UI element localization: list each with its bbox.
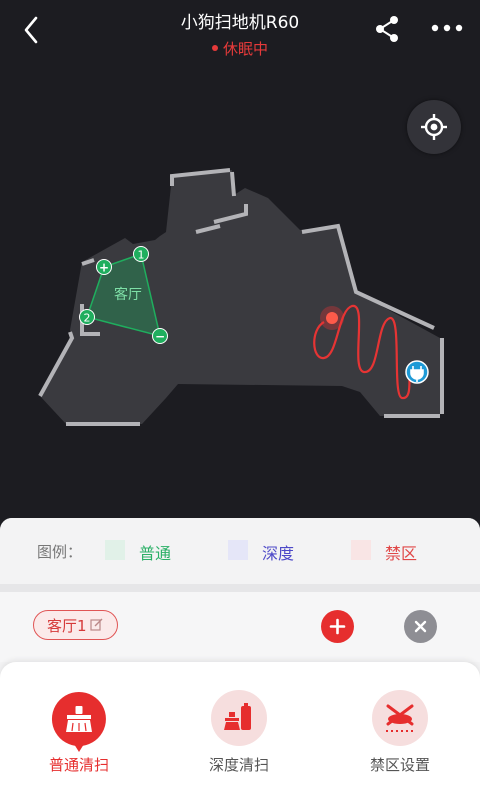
room-tag[interactable]: 客厅1 [33, 610, 118, 640]
device-status: 休眠中 [0, 38, 480, 59]
status-text: 休眠中 [222, 40, 268, 58]
broom-icon [51, 692, 106, 752]
floor-map[interactable]: 客厅 + 1 2 − [0, 150, 480, 450]
svg-text:2: 2 [84, 312, 91, 325]
room-tag-label: 客厅1 [47, 617, 87, 635]
svg-text:+: + [99, 261, 109, 275]
mode-deep-clean-label[interactable]: 深度清扫 [179, 754, 299, 775]
forbidden-zone-icon [386, 704, 414, 732]
legend-label: 图例： [37, 543, 83, 561]
plus-icon [329, 618, 346, 635]
legend-text-deep: 深度 [262, 544, 295, 563]
deep-clean-icon [224, 703, 251, 730]
legend-text-forbidden: 禁区 [385, 544, 418, 563]
vertex-add-handle[interactable]: + [96, 259, 112, 275]
vertex-1-handle[interactable]: 1 [133, 246, 149, 262]
section-divider [0, 584, 480, 592]
mode-normal-clean-button[interactable] [50, 690, 108, 752]
vertex-2-handle[interactable]: 2 [79, 309, 95, 325]
crosshair-icon [421, 114, 447, 140]
mode-forbidden-zone-label[interactable]: 禁区设置 [340, 754, 460, 775]
mode-deep-clean-button[interactable] [211, 690, 267, 746]
legend-swatch-deep [228, 540, 248, 560]
add-room-button[interactable] [321, 610, 354, 643]
top-bar: 小狗扫地机R60 休眠中 [0, 0, 480, 70]
svg-text:1: 1 [138, 249, 145, 262]
room-map-label: 客厅 [114, 286, 142, 303]
share-icon[interactable] [370, 12, 404, 46]
legend-swatch-forbidden [351, 540, 371, 560]
plug-icon [405, 360, 429, 384]
remove-room-button[interactable] [404, 610, 437, 643]
mode-forbidden-zone-button[interactable] [372, 690, 428, 746]
vertex-remove-handle[interactable]: − [152, 328, 168, 344]
device-title: 小狗扫地机R60 [180, 13, 300, 33]
edit-icon[interactable] [89, 618, 103, 631]
robot-position-icon [320, 306, 344, 330]
status-dot-icon [211, 44, 218, 51]
mode-normal-clean-label[interactable]: 普通清扫 [19, 754, 139, 775]
close-icon [414, 620, 427, 633]
legend-swatch-normal [105, 540, 125, 560]
legend-text-normal: 普通 [139, 544, 172, 563]
more-options-icon[interactable] [428, 12, 466, 46]
svg-text:−: − [155, 330, 165, 344]
locate-button[interactable] [407, 100, 461, 154]
